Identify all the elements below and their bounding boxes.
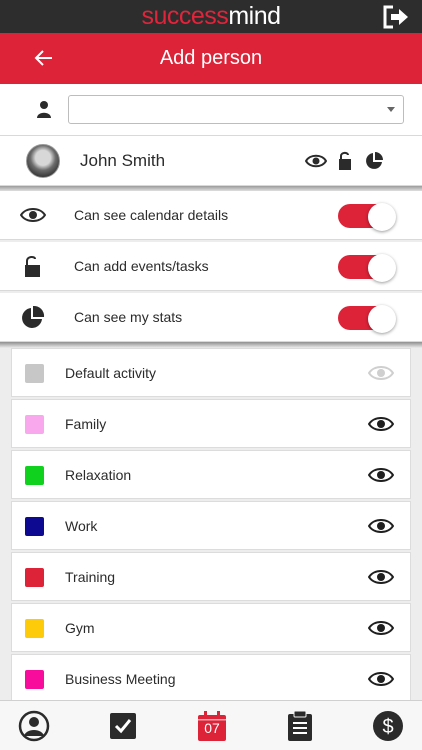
activity-label: Gym xyxy=(65,620,95,636)
eye-icon[interactable] xyxy=(368,566,394,588)
checkbox-icon[interactable] xyxy=(107,710,139,742)
list-item-family[interactable]: Family xyxy=(11,399,411,448)
list-item-work[interactable]: Work xyxy=(11,501,411,550)
calendar-icon[interactable]: 07 xyxy=(196,710,228,742)
permission-row-stats: Can see my stats xyxy=(0,293,422,342)
dollar-icon[interactable]: $ xyxy=(372,710,404,742)
person-select-row xyxy=(0,84,422,136)
activity-label: Relaxation xyxy=(65,467,132,483)
color-swatch xyxy=(25,364,44,383)
activity-label: Default activity xyxy=(65,365,157,381)
clipboard-icon[interactable] xyxy=(284,710,316,742)
pie-chart-icon xyxy=(366,152,383,169)
logo-part-2: mind xyxy=(228,2,281,30)
eye-icon[interactable] xyxy=(368,362,394,384)
pie-chart-icon xyxy=(22,305,45,328)
permission-row-calendar: Can see calendar details xyxy=(0,191,422,240)
eye-icon[interactable] xyxy=(368,668,394,690)
permission-row-events: Can add events/tasks xyxy=(0,242,422,291)
permission-label: Can see my stats xyxy=(74,309,183,325)
person-icon xyxy=(37,101,51,118)
logo-part-1: success xyxy=(141,2,229,30)
person-name: John Smith xyxy=(80,151,166,170)
list-item-relaxation[interactable]: Relaxation xyxy=(11,450,411,499)
calendar-date: 07 xyxy=(204,720,220,736)
permission-label: Can add events/tasks xyxy=(74,258,209,274)
svg-text:$: $ xyxy=(382,716,393,738)
color-swatch xyxy=(25,568,44,587)
eye-icon xyxy=(305,154,327,168)
color-swatch xyxy=(25,670,44,689)
color-swatch xyxy=(25,415,44,434)
bottom-nav: 07 $ xyxy=(0,700,422,750)
profile-icon[interactable] xyxy=(18,710,50,742)
selected-person-row: John Smith xyxy=(0,136,422,186)
top-bar: successmind xyxy=(0,0,422,33)
activity-label: Work xyxy=(65,518,98,534)
activity-list: Default activity Family Relaxation Work … xyxy=(11,348,411,700)
permission-toggle[interactable] xyxy=(338,203,396,231)
activity-label: Training xyxy=(65,569,116,585)
page-header: Add person xyxy=(0,33,422,84)
page-title: Add person xyxy=(159,47,263,69)
list-item-business-meeting[interactable]: Business Meeting xyxy=(11,654,411,700)
eye-icon[interactable] xyxy=(368,464,394,486)
permission-label: Can see calendar details xyxy=(74,207,229,223)
app-logo: successmind xyxy=(0,3,422,30)
permission-toggle[interactable] xyxy=(338,254,396,282)
list-item-default-activity[interactable]: Default activity xyxy=(11,348,411,397)
permission-toggle[interactable] xyxy=(338,305,396,333)
activity-label: Family xyxy=(65,416,107,432)
color-swatch xyxy=(25,619,44,638)
eye-icon xyxy=(20,208,46,222)
eye-icon[interactable] xyxy=(368,617,394,639)
list-item-training[interactable]: Training xyxy=(11,552,411,601)
unlock-icon xyxy=(25,255,40,277)
person-select[interactable] xyxy=(68,95,404,124)
avatar xyxy=(26,144,60,178)
list-item-gym[interactable]: Gym xyxy=(11,603,411,652)
eye-icon[interactable] xyxy=(368,413,394,435)
chevron-down-icon xyxy=(387,107,395,112)
eye-icon[interactable] xyxy=(368,515,394,537)
color-swatch xyxy=(25,517,44,536)
color-swatch xyxy=(25,466,44,485)
activity-label: Business Meeting xyxy=(65,671,176,687)
unlock-icon xyxy=(339,151,351,170)
logout-icon[interactable] xyxy=(382,5,410,29)
